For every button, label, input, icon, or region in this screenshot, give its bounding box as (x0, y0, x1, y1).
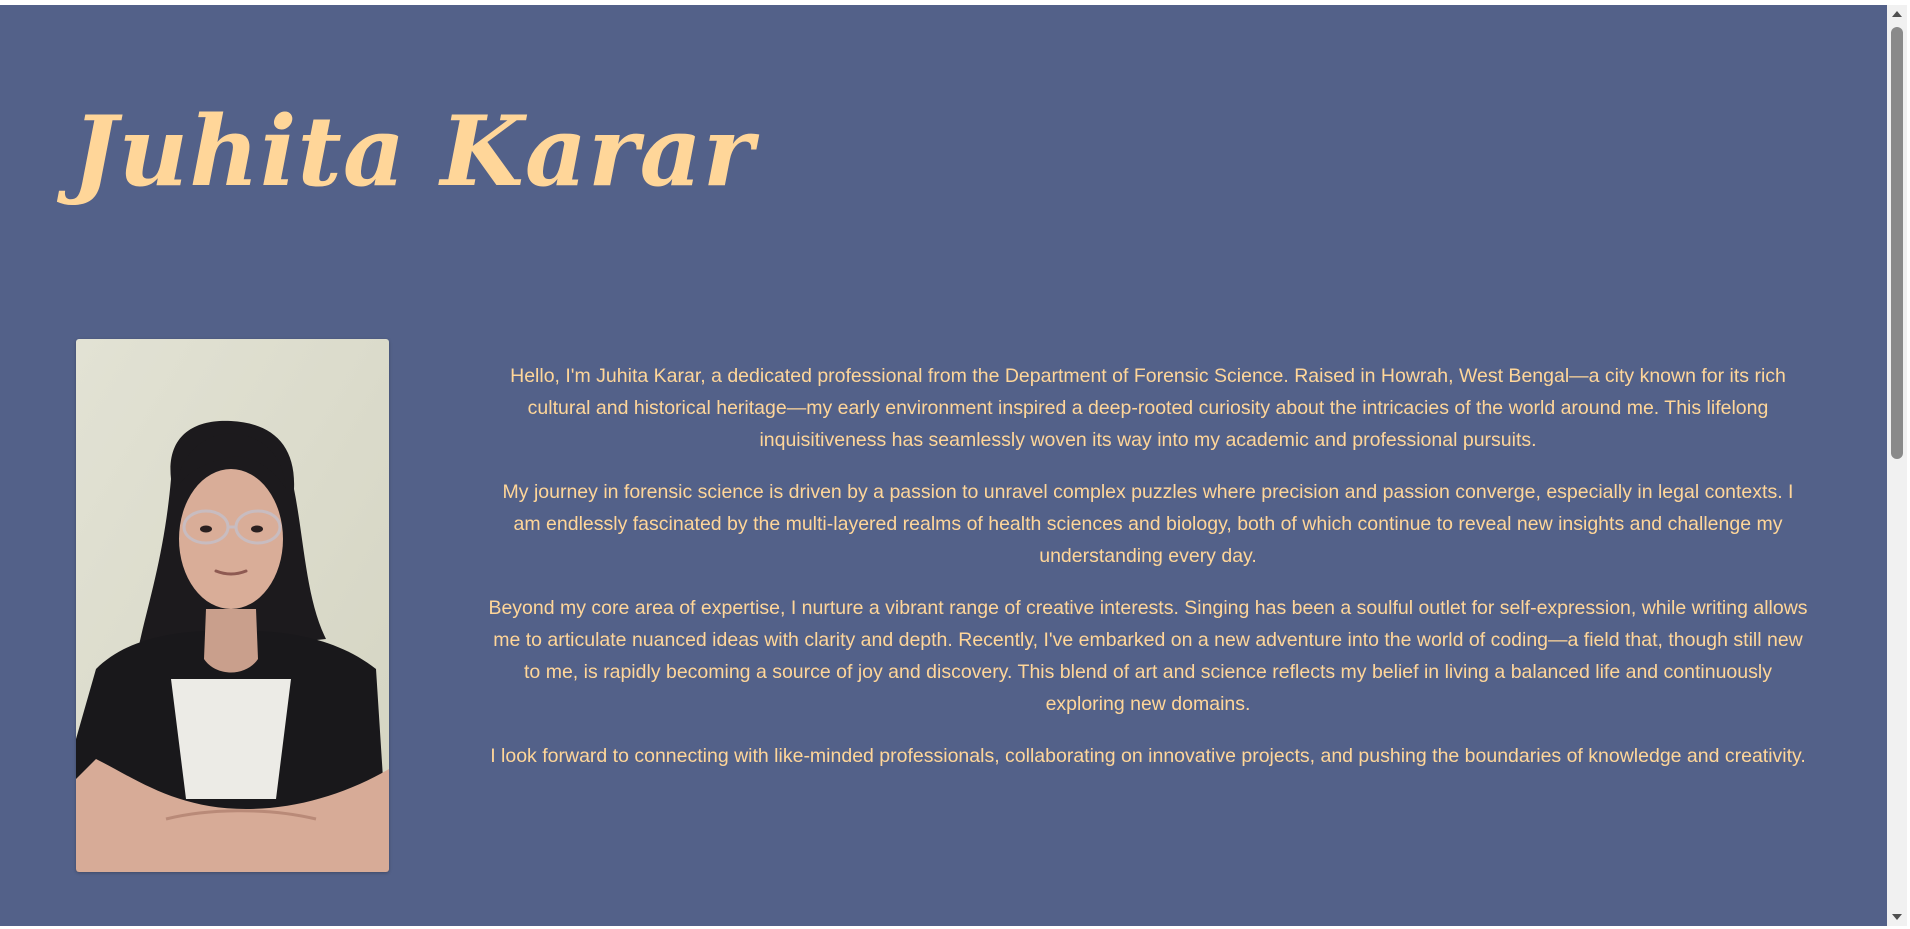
vertical-scrollbar[interactable] (1887, 5, 1907, 926)
bio-paragraph: I look forward to connecting with like-m… (490, 745, 1806, 767)
scrollbar-thumb[interactable] (1891, 27, 1903, 459)
scroll-down-arrow-icon[interactable] (1887, 909, 1907, 926)
bio-section: Hello, I'm Juhita Karar, a dedicated pro… (488, 360, 1808, 792)
bio-paragraph: Beyond my core area of expertise, I nurt… (488, 597, 1808, 715)
bio-paragraph: Hello, I'm Juhita Karar, a dedicated pro… (510, 365, 1786, 451)
portfolio-page: Juhita Karar Hello, I'm Juhita Karar, a … (0, 5, 1887, 926)
profile-photo (76, 339, 389, 872)
page-title: Juhita Karar (72, 95, 755, 208)
bio-paragraph: My journey in forensic science is driven… (502, 481, 1794, 567)
scroll-up-arrow-icon[interactable] (1887, 5, 1907, 22)
